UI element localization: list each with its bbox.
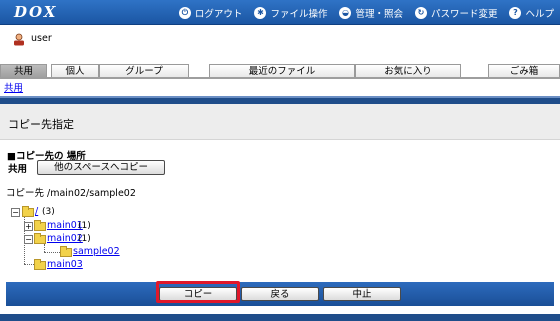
file-ops-link[interactable]: ✱ ファイル操作 (254, 6, 327, 20)
admin-icon: ◒ (339, 6, 352, 19)
page-title: コピー先指定 (8, 118, 74, 131)
file-ops-label: ファイル操作 (270, 8, 328, 20)
cancel-button[interactable]: 中止 (323, 287, 401, 301)
user-name: user (31, 33, 52, 44)
help-icon: ? (509, 6, 522, 19)
collapse-toggle-icon[interactable]: − (24, 235, 33, 244)
destination-path: コピー先 /main02/sample02 (6, 188, 136, 199)
tree-node-count: (3) (42, 207, 55, 217)
refresh-icon: ↻ (414, 6, 427, 19)
tree-connector (24, 264, 34, 265)
tab-personal[interactable]: 個人 (51, 64, 99, 78)
divider-bar (0, 96, 560, 104)
help-label: ヘルプ (525, 8, 554, 20)
logout-label: ログアウト (194, 8, 243, 20)
back-button[interactable]: 戻る (241, 287, 319, 301)
tree-node-count: (1) (78, 234, 91, 244)
tab-recent-files[interactable]: 最近のファイル (209, 64, 355, 78)
folder-open-icon (34, 233, 46, 244)
place-label: 共用 (8, 163, 28, 175)
footer-bar (0, 314, 560, 321)
admin-link[interactable]: ◒ 管理・照会 (339, 6, 403, 20)
password-change-label: パスワード変更 (430, 8, 498, 20)
user-icon (14, 33, 24, 46)
collapse-toggle-icon[interactable]: − (11, 208, 20, 217)
tree-node-root[interactable]: / (35, 206, 38, 217)
folder-icon (60, 246, 72, 257)
tree-node-count: (1) (78, 221, 91, 231)
password-change-link[interactable]: ↻ パスワード変更 (414, 6, 498, 20)
page-title-bar: コピー先指定 (0, 104, 560, 140)
tree-connector (44, 244, 45, 252)
app-logo: DOX (14, 3, 58, 21)
gear-icon: ✱ (254, 6, 267, 19)
tab-trash[interactable]: ごみ箱 (488, 64, 560, 78)
copy-button-highlight (156, 281, 240, 303)
space-tabs: 共用 個人 グループ 最近のファイル お気に入り ごみ箱 (0, 64, 560, 78)
header-nav: ⏻ ログアウト ✱ ファイル操作 ◒ 管理・照会 ↻ パスワード変更 ? ヘルプ (178, 0, 554, 25)
other-space-copy-button[interactable]: 他のスペースへコピー (37, 160, 166, 175)
expand-toggle-icon[interactable]: + (24, 222, 33, 231)
tree-node-sample02[interactable]: sample02 (73, 246, 120, 257)
logout-link[interactable]: ⏻ ログアウト (178, 6, 243, 20)
folder-icon (34, 259, 46, 270)
folder-open-icon (22, 206, 34, 217)
help-link[interactable]: ? ヘルプ (509, 6, 554, 20)
tab-shared[interactable]: 共用 (0, 64, 47, 78)
tree-connector (44, 252, 60, 253)
place-row: 共用 他のスペースへコピー (8, 160, 166, 175)
top-header: DOX ⏻ ログアウト ✱ ファイル操作 ◒ 管理・照会 ↻ パスワード変更 ?… (0, 0, 560, 25)
folder-icon (34, 220, 46, 231)
tab-favorites[interactable]: お気に入り (355, 64, 461, 78)
admin-label: 管理・照会 (355, 8, 403, 20)
breadcrumb-shared[interactable]: 共用 (4, 80, 23, 94)
action-bar: コピー 戻る 中止 (6, 282, 554, 306)
tab-underline (0, 77, 560, 79)
logout-icon: ⏻ (178, 6, 191, 19)
tab-group[interactable]: グループ (99, 64, 189, 78)
tree-node-main03[interactable]: main03 (47, 259, 83, 270)
